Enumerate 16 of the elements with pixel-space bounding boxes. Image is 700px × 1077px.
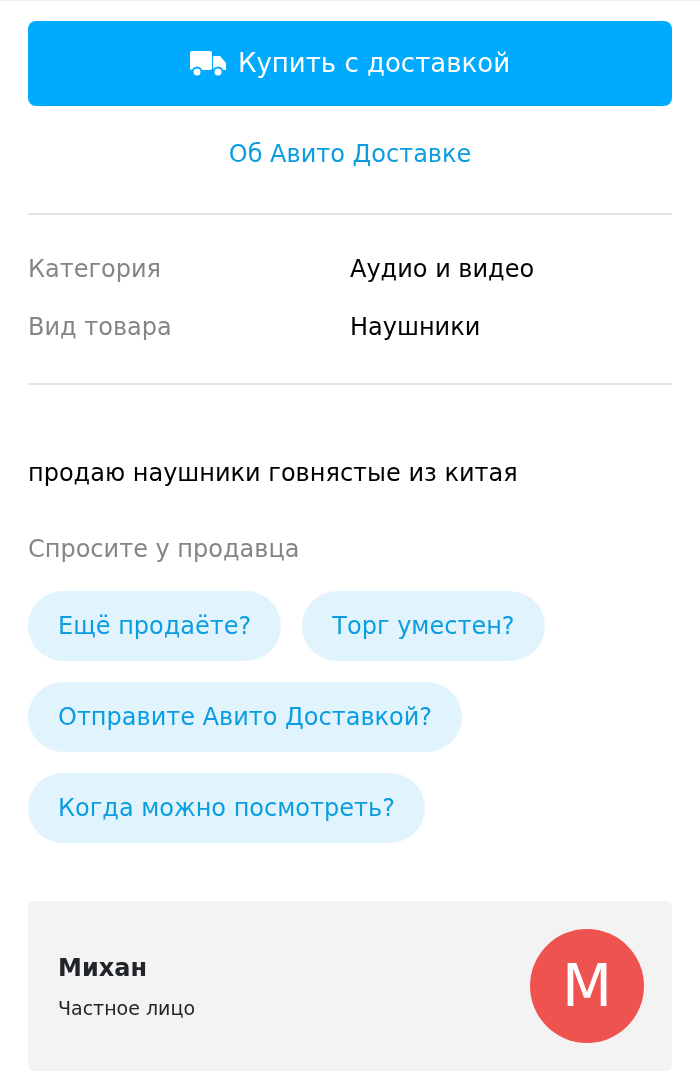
question-chip[interactable]: Когда можно посмотреть? bbox=[28, 773, 425, 843]
delivery-info-link[interactable]: Об Авито Доставке bbox=[228, 140, 472, 168]
description-text: продаю наушники говнястые из китая bbox=[28, 458, 519, 489]
seller-name: Михан bbox=[58, 952, 148, 984]
param-value: Аудио и видео bbox=[350, 254, 535, 285]
truck-icon bbox=[189, 50, 226, 77]
avatar[interactable]: М bbox=[530, 929, 644, 1043]
seller-type: Частное лицо bbox=[58, 995, 195, 1021]
param-label: Категория bbox=[28, 254, 163, 285]
question-chip[interactable]: Отправите Авито Доставкой? bbox=[28, 682, 463, 752]
section-title: Спросите у продавца bbox=[28, 534, 301, 565]
question-chip[interactable]: Ещё продаёте? bbox=[28, 591, 282, 661]
param-value: Наушники bbox=[350, 312, 481, 343]
param-label: Вид товара bbox=[28, 312, 173, 343]
question-chip[interactable]: Торг уместен? bbox=[302, 591, 545, 661]
buy-with-delivery-button[interactable]: Купить с доставкой bbox=[28, 21, 672, 106]
